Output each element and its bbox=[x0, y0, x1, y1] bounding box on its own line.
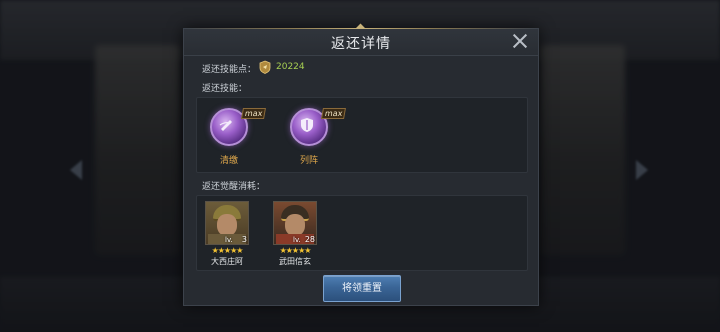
hero-card[interactable]: lv. 3 ★★★★★ 大西庄阿 bbox=[197, 201, 257, 267]
star-rating: ★★★★★ bbox=[211, 246, 244, 255]
skill-name: 清缴 bbox=[219, 156, 238, 166]
points-label: 返还技能点： bbox=[202, 65, 257, 75]
hero-level-prefix: lv. bbox=[225, 236, 233, 244]
dialog-header: 返还详情 bbox=[184, 29, 538, 56]
skill-name: 列阵 bbox=[299, 156, 318, 166]
sword-slash-icon: max bbox=[210, 108, 267, 146]
hero-level: 3 bbox=[241, 235, 247, 244]
max-badge: max bbox=[321, 108, 347, 119]
star-rating: ★★★★★ bbox=[279, 246, 312, 255]
skill-point-icon bbox=[259, 60, 271, 74]
close-icon[interactable] bbox=[512, 33, 528, 49]
skills-panel: max 清缴 max 列阵 bbox=[196, 97, 528, 173]
return-details-dialog: 返还详情 返还技能点： 20224 返还技能： max 清缴 max 列阵 返还… bbox=[183, 23, 539, 306]
reset-general-button[interactable]: 将领重置 bbox=[323, 275, 401, 302]
shield-icon: max bbox=[290, 108, 347, 146]
skill-item[interactable]: max 列阵 bbox=[279, 108, 347, 166]
hero-name: 大西庄阿 bbox=[211, 257, 243, 266]
hero-card[interactable]: lv. 28 ★★★★★ 武田信玄 bbox=[265, 201, 325, 267]
hero-name: 武田信玄 bbox=[279, 257, 311, 266]
hero-portrait: lv. 3 bbox=[205, 201, 249, 245]
skills-label: 返还技能： bbox=[202, 84, 248, 94]
awaken-label: 返还觉醒消耗： bbox=[202, 182, 266, 192]
hero-level-prefix: lv. bbox=[293, 236, 301, 244]
skill-item[interactable]: max 清缴 bbox=[199, 108, 267, 166]
dialog-title: 返还详情 bbox=[331, 36, 391, 52]
awaken-panel: lv. 3 ★★★★★ 大西庄阿 lv. 28 ★★★★★ 武田信玄 bbox=[196, 195, 528, 271]
hero-portrait: lv. 28 bbox=[273, 201, 317, 245]
points-value: 20224 bbox=[276, 62, 305, 72]
hero-level: 28 bbox=[304, 235, 315, 244]
max-badge: max bbox=[241, 108, 267, 119]
